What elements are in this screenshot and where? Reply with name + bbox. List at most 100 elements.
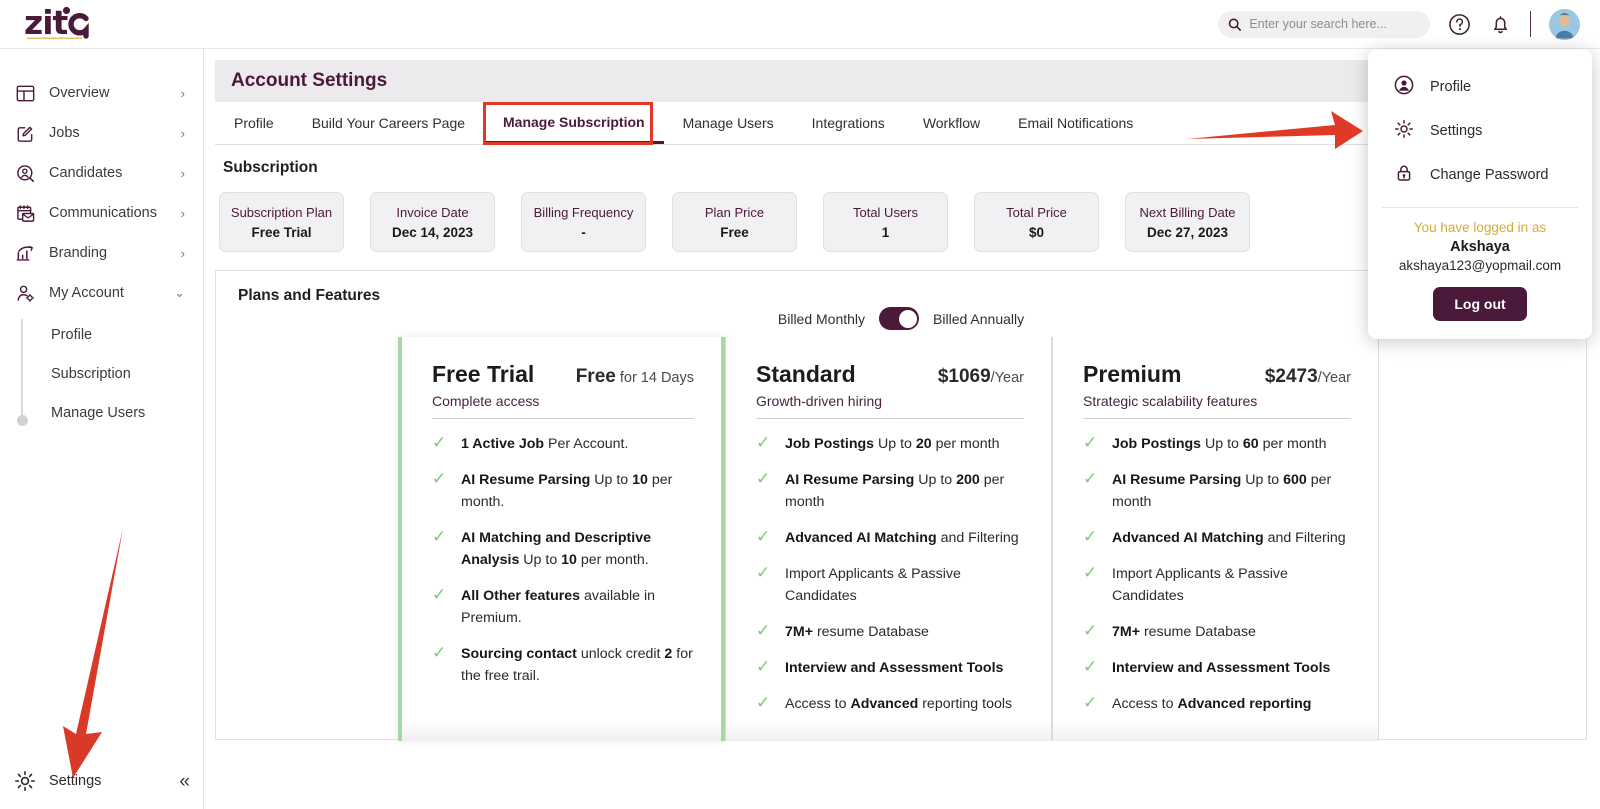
page-title: Account Settings xyxy=(231,70,388,91)
feature-text: AI Resume Parsing Up to 10 per month. xyxy=(461,472,673,510)
feature-text: AI Resume Parsing Up to 600 per month xyxy=(1112,472,1332,510)
tab-build-your-careers-page[interactable]: Build Your Careers Page xyxy=(293,102,484,144)
check-icon: ✓ xyxy=(432,469,447,488)
avatar[interactable] xyxy=(1549,8,1580,40)
menu-item-change-password[interactable]: Change Password xyxy=(1368,153,1592,197)
stat-value: 1 xyxy=(881,224,890,240)
sidebar-item-manage-users[interactable]: Manage Users xyxy=(0,393,203,432)
stat-card-total-price: Total Price $0 xyxy=(974,192,1099,252)
edit-square-icon xyxy=(14,122,36,144)
logged-in-text: You have logged in as xyxy=(1413,220,1547,235)
stat-card-plan-price: Plan Price Free xyxy=(672,192,797,252)
sidebar-item-my-account[interactable]: My Account ⌄ xyxy=(0,273,203,313)
stat-card-next-billing-date: Next Billing Date Dec 27, 2023 xyxy=(1125,192,1250,252)
billing-toggle-switch[interactable] xyxy=(879,307,920,330)
sidebar-item-label: My Account xyxy=(49,285,124,301)
zita-logo-icon: zit xyxy=(24,4,89,42)
plan-feature: ✓ Import Applicants & Passive Candidates xyxy=(756,563,1024,607)
sidebar-item-overview[interactable]: Overview › xyxy=(0,73,203,113)
check-icon: ✓ xyxy=(756,563,771,582)
billed-annually-label[interactable]: Billed Annually xyxy=(933,311,1024,327)
check-icon: ✓ xyxy=(432,585,447,604)
bell-icon xyxy=(1493,15,1508,33)
logout-button[interactable]: Log out xyxy=(1433,287,1527,321)
brand-logo[interactable]: zit xyxy=(0,0,204,48)
billed-monthly-label[interactable]: Billed Monthly xyxy=(778,311,865,327)
chevron-down-icon: ⌄ xyxy=(174,285,185,300)
feature-text: Sourcing contact unlock credit 2 for the… xyxy=(461,646,693,684)
plan-card-free-trial[interactable]: Free Trial Free for 14 Days Complete acc… xyxy=(398,337,725,741)
tab-manage-subscription[interactable]: Manage Subscription xyxy=(484,102,664,144)
stat-label: Total Users xyxy=(852,204,919,220)
stat-value: Dec 27, 2023 xyxy=(1146,224,1229,240)
tab-manage-users[interactable]: Manage Users xyxy=(664,102,793,144)
stat-label: Subscription Plan xyxy=(230,204,333,220)
notifications-button[interactable] xyxy=(1489,13,1512,36)
plan-price: $1069/Year xyxy=(938,366,1024,388)
search-icon xyxy=(1228,18,1241,31)
check-icon: ✓ xyxy=(432,527,447,546)
sidebar-item-subscription[interactable]: Subscription xyxy=(0,354,203,393)
search-input[interactable] xyxy=(1249,17,1420,31)
stat-card-subscription-plan: Subscription Plan Free Trial xyxy=(219,192,344,252)
menu-item-label: Profile xyxy=(1430,79,1472,95)
feature-text: Advanced AI Matching and Filtering xyxy=(1112,530,1346,546)
check-icon: ✓ xyxy=(1083,563,1098,582)
check-icon: ✓ xyxy=(1083,693,1098,712)
plan-price: Free for 14 Days xyxy=(576,366,694,388)
app-root: zit Enter your search here... Overview ›… xyxy=(0,0,1600,809)
stat-value: Free xyxy=(720,224,749,240)
stat-card-invoice-date: Invoice Date Dec 14, 2023 xyxy=(370,192,495,252)
mail-calendar-icon xyxy=(14,202,36,224)
feature-text: Job Postings Up to 20 per month xyxy=(785,436,1000,452)
top-bar: zit xyxy=(0,0,1600,48)
sidebar-item-branding[interactable]: Branding › xyxy=(0,233,203,273)
tab-integrations[interactable]: Integrations xyxy=(793,102,904,144)
feature-text: 7M+ resume Database xyxy=(785,624,929,640)
check-icon: ✓ xyxy=(756,469,771,488)
sidebar-item-label: Communications xyxy=(49,205,157,221)
card-bottom-fade xyxy=(402,721,721,741)
tab-profile[interactable]: Profile xyxy=(215,102,293,144)
tab-workflow[interactable]: Workflow xyxy=(904,102,999,144)
sidebar-settings-label[interactable]: Settings xyxy=(49,773,101,789)
check-icon: ✓ xyxy=(756,693,771,712)
plan-feature: ✓ Access to Advanced reporting tools xyxy=(756,693,1024,715)
feature-text: Advanced AI Matching and Filtering xyxy=(785,530,1019,546)
plan-feature: ✓ Advanced AI Matching and Filtering xyxy=(756,527,1024,549)
plan-header: Premium $2473/Year xyxy=(1083,361,1351,388)
menu-item-settings[interactable]: Settings xyxy=(1368,109,1592,153)
menu-item-label: Change Password xyxy=(1430,167,1549,183)
tab-email-notifications[interactable]: Email Notifications xyxy=(999,102,1152,144)
gear-icon xyxy=(14,770,36,792)
sidebar-item-profile[interactable]: Profile xyxy=(0,315,203,354)
chevron-right-icon: › xyxy=(180,245,185,261)
sidebar-item-jobs[interactable]: Jobs › xyxy=(0,113,203,153)
logout-row: Log out xyxy=(1368,287,1592,321)
plan-feature: ✓ 7M+ resume Database xyxy=(1083,621,1351,643)
feature-text: AI Matching and Descriptive Analysis Up … xyxy=(461,530,651,568)
help-button[interactable] xyxy=(1448,13,1471,36)
collapse-sidebar-button[interactable]: « xyxy=(179,772,190,791)
feature-text: 1 Active Job Per Account. xyxy=(461,436,629,452)
plans-and-features-section: Plans and Features Billed Monthly Billed… xyxy=(215,270,1587,741)
check-icon: ✓ xyxy=(756,657,771,676)
chevron-right-icon: › xyxy=(180,165,185,181)
plan-price-period: /Year xyxy=(990,370,1024,386)
sidebar-item-communications[interactable]: Communications › xyxy=(0,193,203,233)
check-icon: ✓ xyxy=(1083,527,1098,546)
plan-feature-list: ✓ 1 Active Job Per Account. ✓ AI Resume Pa… xyxy=(432,433,694,687)
menu-item-profile[interactable]: Profile xyxy=(1368,65,1592,109)
bar-chart-up-icon xyxy=(14,242,36,264)
plan-card-premium[interactable]: Premium $2473/Year Strategic scalability… xyxy=(1052,337,1379,741)
user-circle-icon xyxy=(1394,75,1414,99)
plan-card-standard[interactable]: Standard $1069/Year Growth-driven hiring… xyxy=(725,337,1052,741)
feature-text: AI Resume Parsing Up to 200 per month xyxy=(785,472,1005,510)
search-box[interactable] xyxy=(1218,10,1430,38)
sidebar-item-candidates[interactable]: Candidates › xyxy=(0,153,203,193)
feature-text: 7M+ resume Database xyxy=(1112,624,1256,640)
plan-cards-row: Free Trial Free for 14 Days Complete acc… xyxy=(216,337,1586,741)
plan-feature: ✓ Job Postings Up to 60 per month xyxy=(1083,433,1351,455)
plan-price-amount: Free xyxy=(575,366,616,387)
feature-text: Access to Advanced reporting tools xyxy=(785,696,1013,712)
